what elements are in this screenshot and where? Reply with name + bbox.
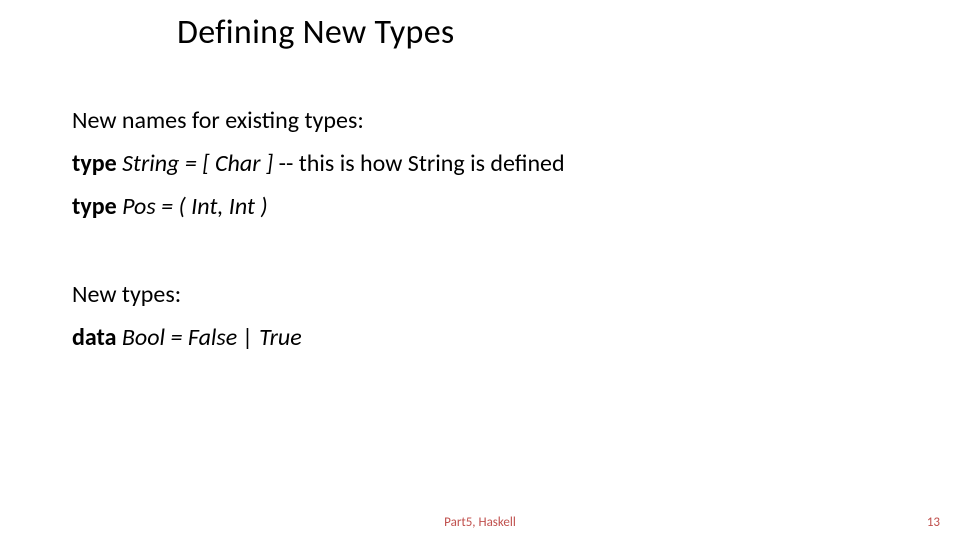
spacer [72, 232, 892, 278]
keyword-data: data [72, 323, 116, 352]
slide-number: 13 [927, 515, 940, 530]
slide-title: Defining New Types [177, 12, 455, 53]
slide-body: New names for existing types: type Strin… [72, 104, 892, 364]
section-heading-1: New names for existing types: [72, 104, 892, 139]
comment-string: -- this is how String is defined [273, 149, 564, 178]
code-line-type-pos: type Pos = ( Int, Int ) [72, 190, 892, 225]
code-line-type-string: type String = [ Char ] -- this is how St… [72, 147, 892, 182]
code-data-bool: Bool = False | True [116, 323, 301, 352]
section-heading-2: New types: [72, 278, 892, 313]
code-type-pos: Pos = ( Int, Int ) [117, 192, 268, 221]
footer-center: Part5, Haskell [0, 515, 960, 530]
code-line-data-bool: data Bool = False | True [72, 321, 892, 356]
keyword-type: type [72, 192, 117, 221]
keyword-type: type [72, 149, 117, 178]
code-type-string: String = [ Char ] [117, 149, 274, 178]
slide: Defining New Types New names for existin… [0, 0, 960, 540]
